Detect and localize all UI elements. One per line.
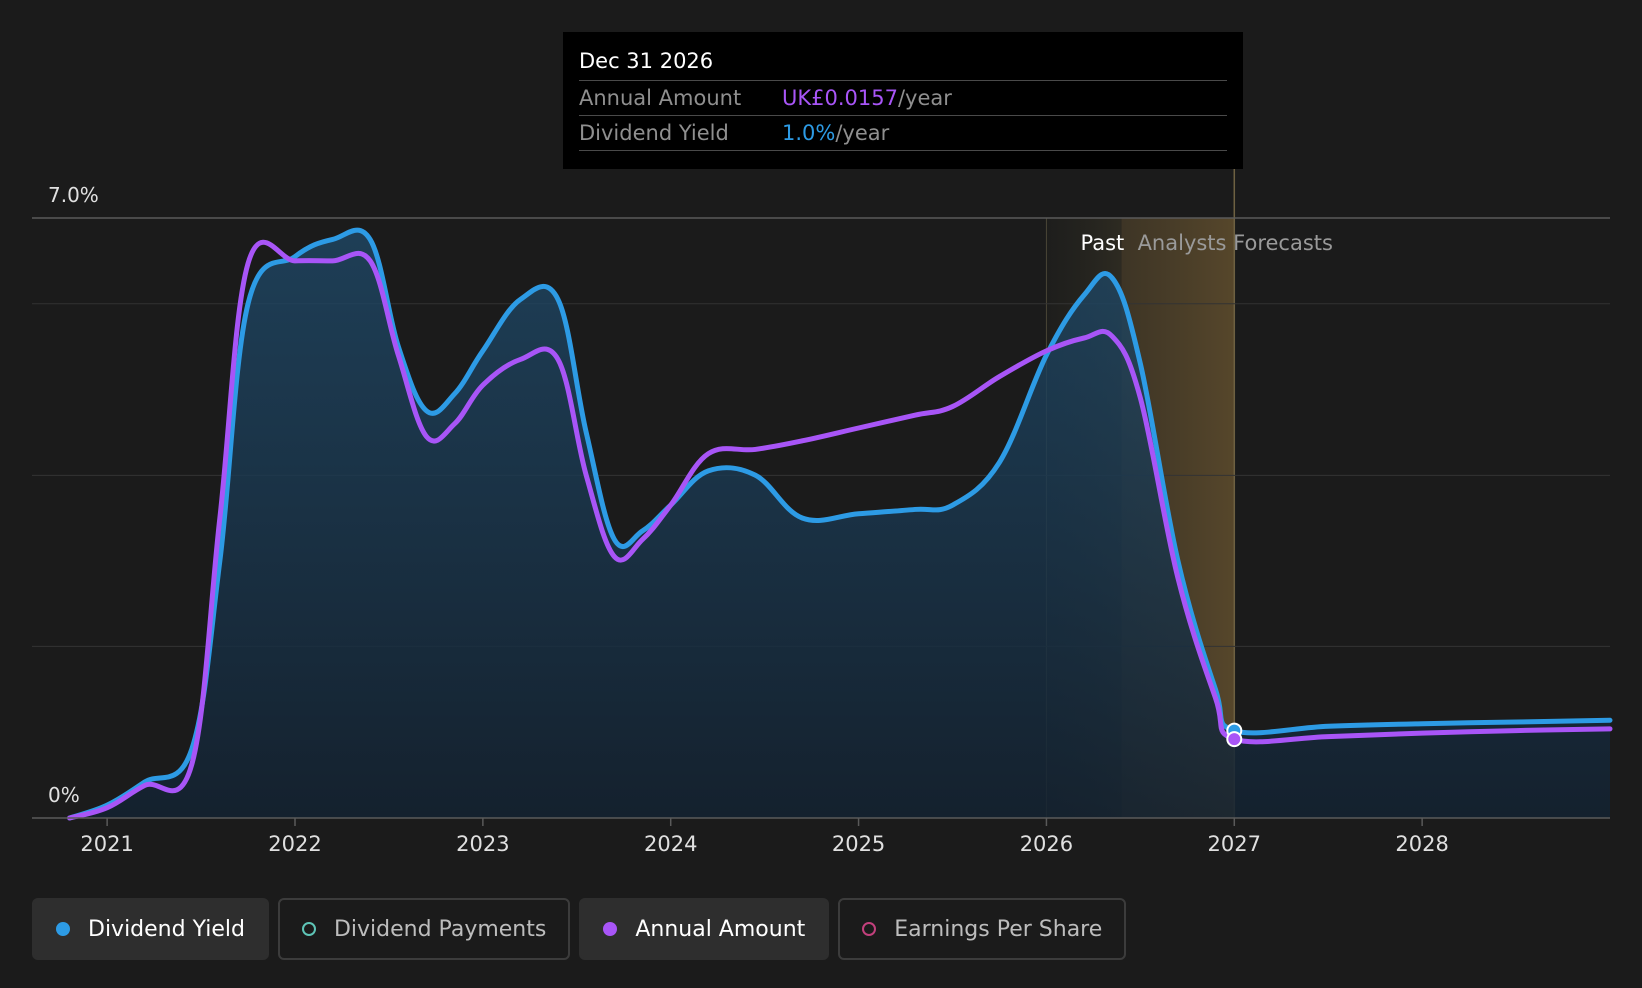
legend-label: Dividend Payments	[333, 916, 547, 942]
legend-label: Dividend Yield	[88, 916, 245, 942]
x-tick-label: 2028	[1395, 832, 1448, 856]
tooltip-unit: /year	[835, 121, 890, 145]
tooltip-value: 1.0%	[782, 121, 836, 145]
tooltip-label: Annual Amount	[579, 86, 742, 110]
tooltip-value: UK£0.0157	[782, 86, 898, 110]
tooltip-date: Dec 31 2026	[579, 46, 1227, 81]
region-label-past: Past	[1081, 231, 1125, 255]
dividend-yield-area	[69, 230, 1611, 818]
y-tick-label-bottom: 0%	[48, 783, 80, 807]
x-tick-label: 2027	[1208, 832, 1261, 856]
x-tick-label: 2024	[644, 832, 697, 856]
legend-item-dividend-payments[interactable]: Dividend Payments	[277, 898, 571, 960]
legend-dot-icon	[603, 922, 618, 936]
tooltip-unit: /year	[897, 86, 952, 110]
legend-dot-icon	[301, 922, 316, 936]
annual-amount-marker	[1226, 731, 1243, 748]
legend-dot-icon	[56, 922, 70, 936]
legend-item-earnings-per-share[interactable]: Earnings Per Share	[838, 898, 1127, 960]
x-tick-label: 2025	[832, 832, 885, 856]
x-tick-label: 2026	[1020, 832, 1073, 856]
chart-legend: Dividend Yield Dividend Payments Annual …	[32, 898, 1127, 960]
legend-label: Earnings Per Share	[894, 916, 1103, 942]
legend-item-dividend-yield[interactable]: Dividend Yield	[32, 898, 269, 960]
y-tick-label-top: 7.0%	[48, 183, 99, 207]
x-tick-label: 2022	[268, 832, 321, 856]
chart-tooltip: Dec 31 2026 Annual Amount UK£0.0157 /yea…	[563, 32, 1243, 169]
legend-item-annual-amount[interactable]: Annual Amount	[579, 898, 830, 960]
x-tick-label: 2023	[456, 832, 509, 856]
tooltip-row-dividend-yield: Dividend Yield 1.0% /year	[579, 116, 1227, 151]
tooltip-label: Dividend Yield	[579, 121, 729, 145]
region-label-forecast: Analysts Forecasts	[1138, 231, 1333, 255]
legend-label: Annual Amount	[635, 916, 806, 942]
x-tick-label: 2021	[80, 832, 133, 856]
legend-dot-icon	[862, 922, 877, 936]
tooltip-row-annual-amount: Annual Amount UK£0.0157 /year	[579, 81, 1227, 116]
